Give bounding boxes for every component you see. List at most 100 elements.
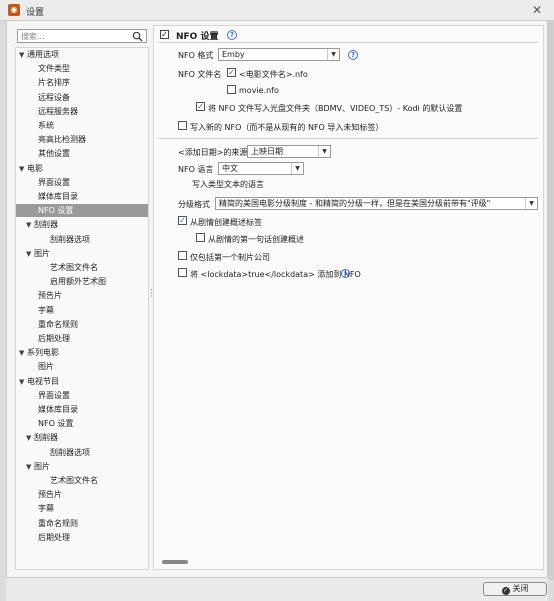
sidebar-item-label: 电视节目 [27, 376, 59, 386]
date-added-select[interactable]: 上映日期 ▼ [247, 145, 331, 158]
outline-first-sentence-checkbox[interactable] [196, 233, 205, 242]
nfo-format-select[interactable]: Emby ▼ [218, 48, 340, 61]
sidebar-item[interactable]: NFO 设置 [16, 417, 148, 430]
sidebar-item[interactable]: 界面设置 [16, 389, 148, 402]
date-added-label: <添加日期>的来源 [178, 148, 248, 157]
sidebar-item[interactable]: 预告片 [16, 488, 148, 501]
sidebar-item-label: 界面设置 [38, 177, 70, 187]
sidebar-item-label: 后期处理 [38, 334, 70, 343]
settings-tree: ▼ 通用选项 文件类型 片名排序 远程设备 远程服务器 系统 亮高比检测器 其他设置 ▼ 电影 界面设… [15, 47, 149, 570]
chevron-down-icon[interactable]: ▼ [26, 219, 34, 232]
outline-from-plot-label: 从剧情创建概述标签 [190, 218, 262, 227]
sidebar-item[interactable]: 图片 [16, 360, 148, 373]
nfo-format-help-icon[interactable]: ? [348, 50, 358, 60]
outline-first-sentence-label: 从剧情的第一句话创建概述 [208, 235, 304, 244]
sidebar-item[interactable]: 重命名规则 [16, 517, 148, 530]
sidebar-item[interactable]: 启用额外艺术图 [16, 275, 148, 288]
sidebar-item[interactable]: ▼ 刮削器 [16, 218, 148, 231]
lockdata-checkbox[interactable] [178, 268, 187, 277]
chevron-down-icon: ▼ [327, 49, 339, 60]
sidebar-item[interactable]: 字幕 [16, 304, 148, 317]
sidebar-item-label: 艺术图文件名 [50, 476, 98, 485]
chevron-down-icon[interactable]: ▼ [19, 347, 27, 360]
sidebar-item[interactable]: 远程设备 [16, 91, 148, 104]
section-toggle-checkbox[interactable]: ✓ [160, 30, 169, 39]
sidebar-item-label: 重命名规则 [38, 319, 78, 329]
nfo-filename-movie-label: <电影文件名>.nfo [239, 70, 308, 79]
chevron-down-icon[interactable]: ▼ [19, 376, 27, 389]
nfo-language-select[interactable]: 中文 ▼ [218, 162, 304, 175]
nfo-format-label: NFO 格式 [178, 51, 214, 60]
disc-folder-label: 将 NFO 文件写入光盘文件夹（BDMV、VIDEO_TS）- Kodi 的默认… [208, 104, 463, 113]
sidebar-item[interactable]: 艺术图文件名 [16, 261, 148, 274]
info-icon[interactable]: i [341, 269, 350, 278]
nfo-filename-moviedotnfo-checkbox[interactable] [227, 85, 236, 94]
sidebar-item[interactable]: 媒体库目录 [16, 190, 148, 203]
sidebar-item[interactable]: NFO 设置 [16, 204, 148, 218]
search-icon[interactable] [132, 31, 143, 42]
sidebar-item[interactable]: ▼ 刮削器 [16, 431, 148, 444]
sidebar-item[interactable]: ▼ 电视节目 [16, 375, 148, 388]
app-logo-icon: ◉ [8, 4, 20, 16]
sidebar-item[interactable]: 系统 [16, 119, 148, 132]
chevron-down-icon: ▼ [318, 146, 330, 157]
section-title: NFO 设置 [176, 32, 219, 42]
sidebar-item[interactable]: 媒体库目录 [16, 403, 148, 416]
sidebar-item-label: 媒体库目录 [38, 405, 78, 414]
sidebar-item-label: 亮高比检测器 [38, 135, 86, 145]
sidebar-item[interactable]: ▼ 图片 [16, 460, 148, 473]
sidebar-item-label: 字幕 [38, 504, 54, 514]
sidebar-item[interactable]: 刮削器选项 [16, 233, 148, 246]
settings-dialog: ▼通用选项文件类型片名排序远程设备远程服务器系统亮高比检测器其他设置▼电影界面设… [6, 20, 548, 578]
disc-folder-checkbox[interactable]: ✓ [196, 102, 205, 111]
sidebar-item-label: 预告片 [38, 291, 62, 301]
certification-label: 分级格式 [178, 200, 210, 209]
horizontal-scrollbar-thumb[interactable] [162, 560, 188, 564]
sidebar-item[interactable]: 刮削器选项 [16, 446, 148, 459]
chevron-down-icon[interactable]: ▼ [26, 248, 34, 261]
sidebar-item-label: 片名排序 [38, 78, 70, 88]
sidebar-item[interactable]: 后期处理 [16, 332, 148, 345]
nfo-filename-movie-checkbox[interactable]: ✓ [227, 68, 236, 77]
sidebar-item[interactable]: 远程服务器 [16, 105, 148, 118]
sidebar-item[interactable]: ▼ 通用选项 [16, 48, 148, 61]
nfo-language-value: 中文 [222, 164, 238, 173]
sidebar-item-label: 系列电影 [27, 348, 59, 358]
close-circle-icon: ✓ [501, 587, 510, 595]
sidebar-item[interactable]: 界面设置 [16, 176, 148, 189]
sidebar-item[interactable]: 重命名规则 [16, 318, 148, 331]
sidebar-item[interactable]: 亮高比检测器 [16, 133, 148, 146]
chevron-down-icon[interactable]: ▼ [19, 163, 27, 176]
write-new-nfo-checkbox[interactable] [178, 121, 187, 130]
sidebar-item[interactable]: 其他设置 [16, 147, 148, 160]
sidebar-item[interactable]: ▼ 图片 [16, 247, 148, 260]
search-box[interactable] [17, 29, 147, 43]
window-close-icon[interactable]: ✕ [532, 3, 542, 17]
single-studio-checkbox[interactable] [178, 251, 187, 260]
sidebar-item[interactable]: 片名排序 [16, 76, 148, 89]
nfo-format-value: Emby [222, 50, 245, 59]
nfo-settings-panel: ✓ NFO 设置 ? NFO 格式 Emby ▼ ? NFO 文件名 ✓ <电影… [153, 25, 544, 570]
sidebar-item[interactable]: 艺术图文件名 [16, 474, 148, 487]
chevron-down-icon[interactable]: ▼ [26, 461, 34, 474]
sidebar-item[interactable]: 后期处理 [16, 531, 148, 544]
close-button[interactable]: ✓ 关闭 [483, 582, 547, 596]
sidebar-item[interactable]: 预告片 [16, 289, 148, 302]
chevron-down-icon[interactable]: ▼ [26, 432, 34, 445]
window-title: 设置 [26, 8, 45, 18]
nfo-filename-label: NFO 文件名 [178, 70, 222, 79]
outline-from-plot-checkbox[interactable]: ✓ [178, 216, 187, 225]
search-input[interactable] [21, 30, 125, 42]
help-icon[interactable]: ? [227, 30, 237, 40]
sidebar-item[interactable]: ▼ 系列电影 [16, 346, 148, 359]
sidebar-item-label: 图片 [38, 362, 54, 372]
chevron-down-icon[interactable]: ▼ [19, 49, 27, 62]
sidebar-item[interactable]: 字幕 [16, 502, 148, 515]
sidebar-item[interactable]: ▼ 电影 [16, 162, 148, 175]
sidebar-item-label: 艺术图文件名 [50, 263, 98, 272]
sidebar-item-label: 通用选项 [27, 50, 59, 59]
single-studio-label: 仅包括第一个制片公司 [190, 253, 270, 262]
chevron-down-icon: ▼ [525, 198, 537, 209]
certification-select[interactable]: 精简的美国电影分级制度 - 和精简的分级一样，但是在美国分级前带有"评级" ▼ [215, 197, 538, 210]
sidebar-item[interactable]: 文件类型 [16, 62, 148, 75]
